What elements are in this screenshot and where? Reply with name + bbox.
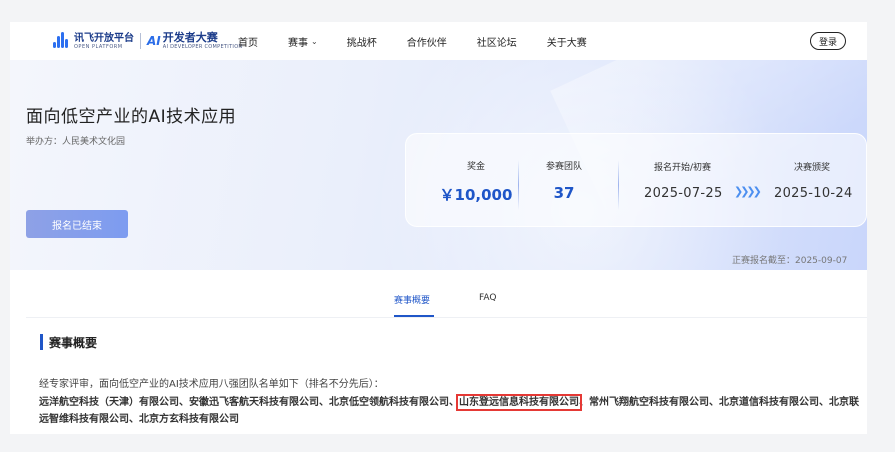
ai-logo-icon: AI bbox=[147, 34, 161, 48]
teams-stat: 参赛团队 37 bbox=[524, 134, 604, 228]
login-button[interactable]: 登录 bbox=[810, 32, 846, 50]
tab-divider bbox=[26, 317, 867, 318]
logo-primary-block: 讯飞开放平台 OPEN PLATFORM bbox=[74, 33, 134, 50]
final-date-value: 2025-10-24 bbox=[774, 186, 853, 201]
nav-events-label: 赛事 bbox=[288, 37, 308, 49]
logo-secondary-block: 开发者大赛 AI DEVELOPER COMPETITION bbox=[162, 31, 243, 51]
finalist-list: 远洋航空科技（天津）有限公司、安徽迅飞客航天科技有限公司、北京低空领航科技有限公… bbox=[39, 394, 859, 428]
intro-text: 经专家评审，面向低空产业的AI技术应用八强团队名单如下（排名不分先后）： bbox=[39, 379, 384, 390]
prize-label: 奖金 bbox=[466, 162, 485, 172]
nav-about[interactable]: 关于大赛 bbox=[547, 34, 587, 49]
stat-separator bbox=[618, 160, 619, 210]
nav-forum[interactable]: 社区论坛 bbox=[477, 34, 517, 49]
nav-events[interactable]: 赛事 ⌄ bbox=[288, 34, 318, 49]
hero-banner: 面向低空产业的AI技术应用 举办方：人民美术文化园 报名已结束 奖金 ￥10,0… bbox=[10, 60, 867, 270]
registration-ended-button[interactable]: 报名已结束 bbox=[26, 210, 128, 238]
tab-faq[interactable]: FAQ bbox=[479, 293, 496, 303]
tab-bar: 赛事概要 FAQ bbox=[10, 270, 867, 318]
registration-deadline: 正赛报名截至：2025-09-07 bbox=[732, 256, 848, 266]
main-nav: 首页 赛事 ⌄ 挑战杯 合作伙伴 社区论坛 关于大赛 bbox=[238, 22, 617, 60]
tab-overview[interactable]: 赛事概要 bbox=[394, 293, 430, 306]
logo-secondary-text: 开发者大赛 bbox=[162, 31, 218, 44]
section-title: 赛事概要 bbox=[49, 336, 98, 350]
teams-value: 37 bbox=[553, 184, 575, 202]
finalist-list-part: 远洋航空科技（天津）有限公司、安徽迅飞客航天科技有限公司、北京低空领航科技有限公… bbox=[39, 397, 459, 408]
logo-primary-text: 讯飞开放平台 bbox=[74, 32, 134, 44]
nav-challenge-cup[interactable]: 挑战杯 bbox=[347, 34, 377, 49]
page-frame: 讯飞开放平台 OPEN PLATFORM AI 开发者大赛 AI DEVELOP… bbox=[10, 22, 867, 434]
start-date-value: 2025-07-25 bbox=[644, 186, 723, 201]
stat-separator bbox=[518, 160, 519, 210]
top-navigation: 讯飞开放平台 OPEN PLATFORM AI 开发者大赛 AI DEVELOP… bbox=[10, 22, 867, 60]
highlighted-company: 山东登远信息科技有限公司 bbox=[456, 394, 582, 411]
sound-wave-icon bbox=[52, 32, 70, 50]
logo-secondary-subtext: AI DEVELOPER COMPETITION bbox=[162, 44, 243, 50]
logo-divider bbox=[140, 33, 141, 49]
chevron-down-icon: ⌄ bbox=[311, 36, 318, 46]
arrows-icon: ❯❯❯❯ bbox=[734, 185, 762, 198]
start-date-label: 报名开始/初赛 bbox=[654, 163, 712, 173]
logo-primary-subtext: OPEN PLATFORM bbox=[74, 43, 123, 50]
organizer-text: 举办方：人民美术文化园 bbox=[26, 137, 126, 147]
nav-home[interactable]: 首页 bbox=[238, 34, 258, 49]
teams-label: 参赛团队 bbox=[545, 162, 582, 172]
prize-stat: 奖金 ￥10,000 bbox=[436, 134, 516, 228]
section-marker bbox=[40, 334, 43, 350]
page-title: 面向低空产业的AI技术应用 bbox=[26, 107, 237, 127]
nav-partners[interactable]: 合作伙伴 bbox=[407, 34, 447, 49]
final-date-label: 决赛颁奖 bbox=[794, 163, 831, 173]
stats-card: 奖金 ￥10,000 参赛团队 37 报名开始/初赛 2025-07-25 ❯❯… bbox=[405, 133, 867, 227]
logo[interactable]: 讯飞开放平台 OPEN PLATFORM AI 开发者大赛 AI DEVELOP… bbox=[52, 29, 242, 53]
prize-value: ￥10,000 bbox=[439, 186, 513, 204]
